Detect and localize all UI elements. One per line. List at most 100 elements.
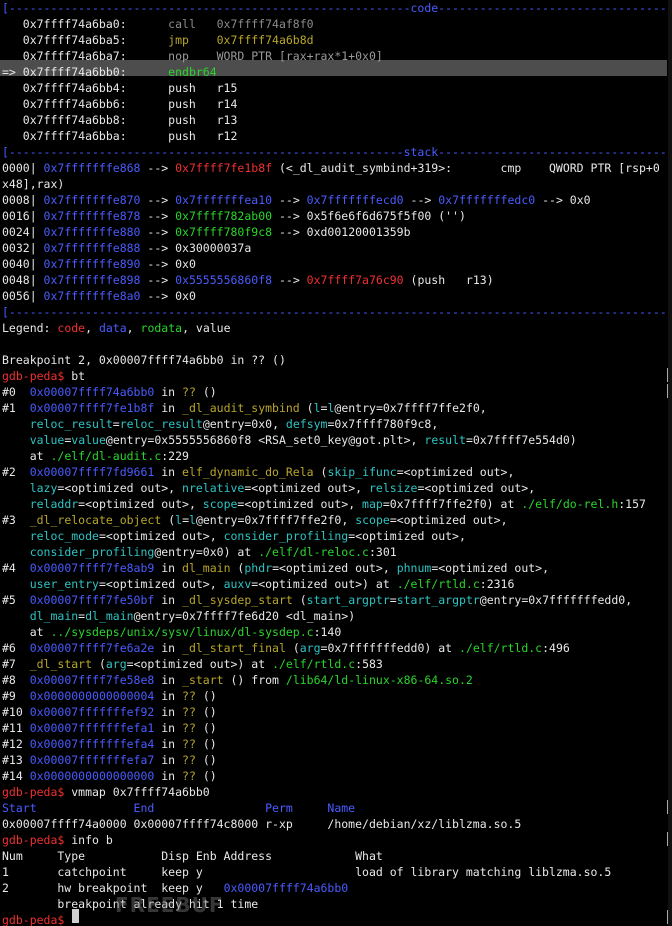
text-segment: [2, 417, 30, 431]
terminal-line: 0048| 0x7fffffffe898 --> 0x5555556860f8 …: [2, 272, 494, 288]
text-segment: 0x00007fffffffef92: [29, 705, 155, 719]
text-segment: --> 0x0: [140, 257, 196, 271]
text-segment: #14: [2, 769, 30, 783]
gdb-terminal[interactable]: [---------------------------------------…: [0, 0, 672, 926]
terminal-line: 0024| 0x7fffffffe880 --> 0x7ffff780f9c8 …: [2, 224, 411, 240]
text-segment: (: [230, 561, 245, 575]
text-segment: ,: [126, 321, 141, 335]
terminal-line: 0x7ffff74a6bb6: push r14: [2, 96, 238, 112]
text-segment: :2316: [479, 577, 515, 591]
text-segment: in: [154, 737, 183, 751]
text-segment: value: [29, 433, 65, 447]
text-segment: -->: [140, 161, 176, 175]
watermark-logo: FREEBUF: [115, 893, 224, 917]
terminal-line: #3 _dl_relocate_object (l=l@entry=0x7fff…: [2, 512, 508, 528]
text-segment: 0x7fffffffea10: [175, 193, 273, 207]
text-segment: 0x7fffffffe890: [43, 257, 141, 271]
text-segment: => 0x7ffff74a6bb0:: [2, 65, 169, 79]
text-segment: 0000|: [2, 161, 44, 175]
text-segment: =<optimized out>,: [98, 529, 224, 543]
terminal-line: 0x7ffff74a6bb8: push r13: [2, 112, 238, 128]
text-segment: 0x7ffff7a76c90: [306, 273, 404, 287]
text-segment: () from: [223, 673, 286, 687]
terminal-line: #9 0x0000000000000004 in ?? (): [2, 688, 217, 704]
text-segment: _dl_audit_symbind: [182, 401, 300, 415]
terminal-line: Num Type Disp Enb Address What: [2, 848, 383, 864]
terminal-line: [---------------------------------------…: [2, 304, 672, 320]
text-segment: l: [313, 401, 321, 415]
text-segment: --> 0x0: [140, 289, 196, 303]
text-segment: (: [313, 465, 328, 479]
text-segment: @entry=0x7ffff7ffe2f0,: [334, 401, 487, 415]
text-segment: (: [92, 657, 106, 671]
terminal-line: #13 0x00007fffffffefa7 in ?? (): [2, 752, 217, 768]
text-segment: Start End Perm Name: [2, 801, 356, 815]
text-segment: @entry=0x7ffff7fe6d20 <dl_main>): [133, 609, 356, 623]
text-segment: 0x7fffffffe880: [43, 225, 141, 239]
text-segment: #0: [2, 385, 30, 399]
terminal-line: consider_profiling@entry=0x0) at ./elf/d…: [2, 544, 397, 560]
text-segment: =<optimized out>,: [244, 481, 369, 495]
text-segment: 0x7fffffffe870: [43, 193, 141, 207]
text-segment: --> 0xd00120001359b: [272, 225, 411, 239]
text-segment: dl_main: [85, 609, 134, 623]
text-segment: #5: [2, 593, 30, 607]
text-segment: #13: [2, 753, 30, 767]
terminal-line: 0000| 0x7fffffffe868 --> 0x7ffff7fe1b8f …: [2, 160, 660, 176]
text-segment: 0x00007fffffffefa7: [29, 753, 155, 767]
text-segment: [2, 481, 30, 495]
text-segment: _start: [182, 673, 224, 687]
text-segment: #2: [2, 465, 30, 479]
text-segment: ??: [182, 737, 196, 751]
terminal-line: #11 0x00007fffffffefa1 in ?? (): [2, 720, 217, 736]
text-segment: [2, 545, 30, 559]
text-segment: arg: [299, 641, 321, 655]
text-segment: =<optimized out>) at: [126, 657, 273, 671]
text-segment: ??: [182, 721, 196, 735]
terminal-line: #7 _dl_start (arg=<optimized out>) at ./…: [2, 656, 383, 672]
text-segment: user_entry: [29, 577, 99, 591]
text-segment: info b: [64, 833, 113, 847]
text-segment: start_argptr: [306, 593, 390, 607]
text-segment: (): [195, 721, 217, 735]
text-segment: _dl_sysdep_start: [182, 593, 293, 607]
text-segment: at: [2, 625, 51, 639]
text-segment: at: [2, 449, 51, 463]
terminal-line: [---------------------------------------…: [2, 0, 672, 16]
text-segment: 0x7ffff74a6ba0:: [2, 17, 169, 31]
text-segment: , value: [182, 321, 231, 335]
terminal-line: #14 0x0000000000000000 in ?? (): [2, 768, 217, 784]
text-segment: [2, 577, 30, 591]
text-segment: --> 0x30000037a: [140, 241, 252, 255]
text-segment: start_argptr: [396, 593, 480, 607]
text-segment: -->: [272, 273, 307, 287]
terminal-scrollbar[interactable]: [668, 0, 672, 926]
text-segment: defsym: [285, 417, 328, 431]
text-segment: (<_dl_audit_symbind+319>: cmp QWORD PTR …: [272, 161, 660, 175]
text-segment: 0x7ffff782ab00: [175, 209, 273, 223]
text-segment: (: [285, 641, 300, 655]
text-segment: =<optimized out>,: [78, 497, 203, 511]
text-segment: ./elf/rtld.c: [272, 657, 356, 671]
terminal-line: dl_main=dl_main@entry=0x7ffff7fe6d20 <dl…: [2, 608, 355, 624]
text-segment: (): [195, 753, 217, 767]
text-segment: x48],rax): [2, 177, 65, 191]
text-segment: 0x7ffff780f9c8: [175, 225, 273, 239]
text-segment: =<optimized out>,: [98, 577, 224, 591]
terminal-line: Start End Perm Name: [2, 800, 355, 816]
text-segment: 0x0000000000000000: [29, 769, 155, 783]
text-segment: ??: [182, 705, 196, 719]
text-segment: lazy: [29, 481, 58, 495]
text-segment: #8: [2, 673, 30, 687]
text-segment: 0040|: [2, 257, 44, 271]
text-segment: =<optimized out>,: [431, 561, 550, 575]
terminal-line: #12 0x00007fffffffefa4 in ?? (): [2, 736, 217, 752]
text-segment: [---------------------------------------…: [2, 145, 672, 159]
text-segment: [---------------------------------------…: [2, 305, 672, 319]
text-segment: --> 0x0: [535, 193, 591, 207]
text-segment: =<optimized out>,: [396, 465, 515, 479]
text-segment: (): [195, 705, 217, 719]
terminal-line: #1 0x00007ffff7fe1b8f in _dl_audit_symbi…: [2, 400, 487, 416]
text-segment: =<optimized out>,: [389, 513, 508, 527]
terminal-line: 0032| 0x7fffffffe888 --> 0x30000037a: [2, 240, 251, 256]
